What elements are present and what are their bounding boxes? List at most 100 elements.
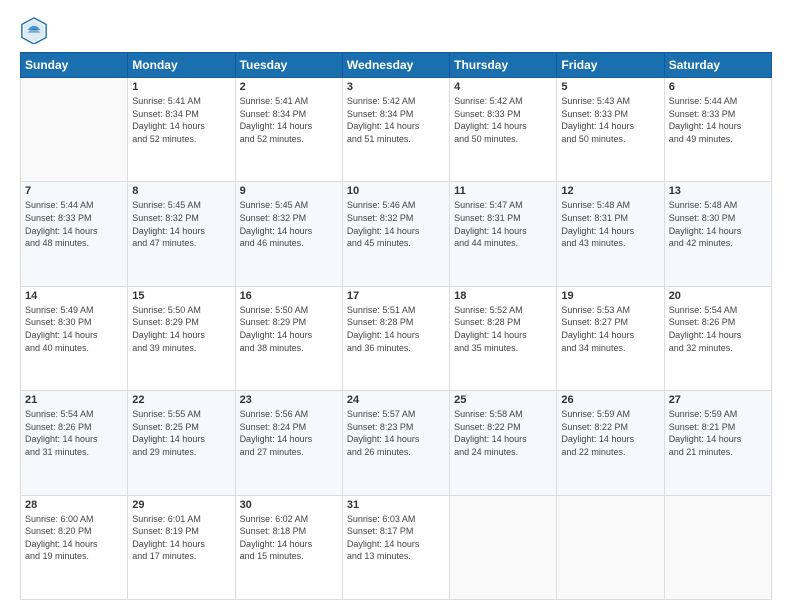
day-info: Sunrise: 6:00 AM Sunset: 8:20 PM Dayligh…	[25, 513, 123, 563]
day-info: Sunrise: 5:51 AM Sunset: 8:28 PM Dayligh…	[347, 304, 445, 354]
calendar-cell: 27 Sunrise: 5:59 AM Sunset: 8:21 PM Dayli…	[664, 391, 771, 495]
day-number: 31	[347, 499, 445, 511]
calendar-week-row: 28 Sunrise: 6:00 AM Sunset: 8:20 PM Dayli…	[21, 495, 772, 599]
calendar-cell	[21, 78, 128, 182]
calendar-cell: 5 Sunrise: 5:43 AM Sunset: 8:33 PM Daylig…	[557, 78, 664, 182]
day-number: 23	[240, 394, 338, 406]
day-info: Sunrise: 5:55 AM Sunset: 8:25 PM Dayligh…	[132, 408, 230, 458]
logo-icon	[20, 16, 48, 44]
calendar-cell: 31 Sunrise: 6:03 AM Sunset: 8:17 PM Dayli…	[342, 495, 449, 599]
day-info: Sunrise: 5:41 AM Sunset: 8:34 PM Dayligh…	[240, 95, 338, 145]
day-info: Sunrise: 5:59 AM Sunset: 8:22 PM Dayligh…	[561, 408, 659, 458]
day-number: 11	[454, 185, 552, 197]
day-info: Sunrise: 5:53 AM Sunset: 8:27 PM Dayligh…	[561, 304, 659, 354]
calendar-cell: 24Sunrise: 5:57 AM Sunset: 8:23 PM Dayli…	[342, 391, 449, 495]
calendar-cell: 4 Sunrise: 5:42 AM Sunset: 8:33 PM Daylig…	[450, 78, 557, 182]
day-number: 18	[454, 290, 552, 302]
calendar-cell: 19 Sunrise: 5:53 AM Sunset: 8:27 PM Dayli…	[557, 286, 664, 390]
page: SundayMondayTuesdayWednesdayThursdayFrid…	[0, 0, 792, 612]
day-number: 12	[561, 185, 659, 197]
calendar-cell: 13 Sunrise: 5:48 AM Sunset: 8:30 PM Dayli…	[664, 182, 771, 286]
calendar-cell	[450, 495, 557, 599]
day-info: Sunrise: 5:44 AM Sunset: 8:33 PM Dayligh…	[669, 95, 767, 145]
calendar-cell: 25 Sunrise: 5:58 AM Sunset: 8:22 PM Dayli…	[450, 391, 557, 495]
day-number: 22	[132, 394, 230, 406]
day-number: 6	[669, 81, 767, 93]
calendar-header-friday: Friday	[557, 53, 664, 78]
day-number: 9	[240, 185, 338, 197]
calendar-cell: 30 Sunrise: 6:02 AM Sunset: 8:18 PM Dayli…	[235, 495, 342, 599]
day-info: Sunrise: 5:46 AM Sunset: 8:32 PM Dayligh…	[347, 199, 445, 249]
calendar-cell	[557, 495, 664, 599]
day-number: 17	[347, 290, 445, 302]
day-info: Sunrise: 5:43 AM Sunset: 8:33 PM Dayligh…	[561, 95, 659, 145]
day-info: Sunrise: 5:44 AM Sunset: 8:33 PM Dayligh…	[25, 199, 123, 249]
day-number: 15	[132, 290, 230, 302]
day-number: 19	[561, 290, 659, 302]
calendar-cell: 28 Sunrise: 6:00 AM Sunset: 8:20 PM Dayli…	[21, 495, 128, 599]
day-info: Sunrise: 5:59 AM Sunset: 8:21 PM Dayligh…	[669, 408, 767, 458]
day-info: Sunrise: 5:58 AM Sunset: 8:22 PM Dayligh…	[454, 408, 552, 458]
day-number: 4	[454, 81, 552, 93]
day-number: 20	[669, 290, 767, 302]
calendar-cell: 18 Sunrise: 5:52 AM Sunset: 8:28 PM Dayli…	[450, 286, 557, 390]
day-number: 26	[561, 394, 659, 406]
calendar-header-saturday: Saturday	[664, 53, 771, 78]
calendar-header-monday: Monday	[128, 53, 235, 78]
day-info: Sunrise: 5:54 AM Sunset: 8:26 PM Dayligh…	[669, 304, 767, 354]
calendar-cell: 21Sunrise: 5:54 AM Sunset: 8:26 PM Dayli…	[21, 391, 128, 495]
day-info: Sunrise: 5:45 AM Sunset: 8:32 PM Dayligh…	[132, 199, 230, 249]
calendar-cell: 11 Sunrise: 5:47 AM Sunset: 8:31 PM Dayli…	[450, 182, 557, 286]
header	[20, 16, 772, 44]
calendar-cell: 7 Sunrise: 5:44 AM Sunset: 8:33 PM Daylig…	[21, 182, 128, 286]
day-number: 3	[347, 81, 445, 93]
day-number: 30	[240, 499, 338, 511]
day-info: Sunrise: 5:47 AM Sunset: 8:31 PM Dayligh…	[454, 199, 552, 249]
day-number: 29	[132, 499, 230, 511]
logo	[20, 16, 52, 44]
day-info: Sunrise: 5:52 AM Sunset: 8:28 PM Dayligh…	[454, 304, 552, 354]
day-number: 5	[561, 81, 659, 93]
day-info: Sunrise: 5:50 AM Sunset: 8:29 PM Dayligh…	[240, 304, 338, 354]
calendar-week-row: 14 Sunrise: 5:49 AM Sunset: 8:30 PM Dayli…	[21, 286, 772, 390]
calendar-cell: 9 Sunrise: 5:45 AM Sunset: 8:32 PM Daylig…	[235, 182, 342, 286]
day-number: 14	[25, 290, 123, 302]
calendar-header-thursday: Thursday	[450, 53, 557, 78]
day-info: Sunrise: 6:02 AM Sunset: 8:18 PM Dayligh…	[240, 513, 338, 563]
day-info: Sunrise: 6:03 AM Sunset: 8:17 PM Dayligh…	[347, 513, 445, 563]
day-number: 1	[132, 81, 230, 93]
calendar-header-row: SundayMondayTuesdayWednesdayThursdayFrid…	[21, 53, 772, 78]
calendar-table: SundayMondayTuesdayWednesdayThursdayFrid…	[20, 52, 772, 600]
day-info: Sunrise: 5:45 AM Sunset: 8:32 PM Dayligh…	[240, 199, 338, 249]
calendar-cell: 22 Sunrise: 5:55 AM Sunset: 8:25 PM Dayli…	[128, 391, 235, 495]
day-number: 25	[454, 394, 552, 406]
calendar-cell: 14 Sunrise: 5:49 AM Sunset: 8:30 PM Dayli…	[21, 286, 128, 390]
calendar-cell: 12 Sunrise: 5:48 AM Sunset: 8:31 PM Dayli…	[557, 182, 664, 286]
day-info: Sunrise: 5:57 AM Sunset: 8:23 PM Dayligh…	[347, 408, 445, 458]
calendar-cell: 23Sunrise: 5:56 AM Sunset: 8:24 PM Dayli…	[235, 391, 342, 495]
calendar-cell: 26 Sunrise: 5:59 AM Sunset: 8:22 PM Dayli…	[557, 391, 664, 495]
day-info: Sunrise: 5:42 AM Sunset: 8:33 PM Dayligh…	[454, 95, 552, 145]
day-info: Sunrise: 6:01 AM Sunset: 8:19 PM Dayligh…	[132, 513, 230, 563]
day-info: Sunrise: 5:48 AM Sunset: 8:30 PM Dayligh…	[669, 199, 767, 249]
day-number: 27	[669, 394, 767, 406]
calendar-cell: 17 Sunrise: 5:51 AM Sunset: 8:28 PM Dayli…	[342, 286, 449, 390]
day-number: 21	[25, 394, 123, 406]
calendar-cell: 3Sunrise: 5:42 AM Sunset: 8:34 PM Daylig…	[342, 78, 449, 182]
day-info: Sunrise: 5:41 AM Sunset: 8:34 PM Dayligh…	[132, 95, 230, 145]
day-number: 28	[25, 499, 123, 511]
day-info: Sunrise: 5:49 AM Sunset: 8:30 PM Dayligh…	[25, 304, 123, 354]
calendar-header-wednesday: Wednesday	[342, 53, 449, 78]
day-number: 8	[132, 185, 230, 197]
calendar-header-sunday: Sunday	[21, 53, 128, 78]
day-number: 7	[25, 185, 123, 197]
calendar-cell	[664, 495, 771, 599]
calendar-header-tuesday: Tuesday	[235, 53, 342, 78]
calendar-cell: 8 Sunrise: 5:45 AM Sunset: 8:32 PM Daylig…	[128, 182, 235, 286]
calendar-week-row: 1 Sunrise: 5:41 AM Sunset: 8:34 PM Daylig…	[21, 78, 772, 182]
calendar-week-row: 7 Sunrise: 5:44 AM Sunset: 8:33 PM Daylig…	[21, 182, 772, 286]
day-number: 13	[669, 185, 767, 197]
calendar-cell: 10Sunrise: 5:46 AM Sunset: 8:32 PM Dayli…	[342, 182, 449, 286]
day-info: Sunrise: 5:48 AM Sunset: 8:31 PM Dayligh…	[561, 199, 659, 249]
calendar-cell: 6 Sunrise: 5:44 AM Sunset: 8:33 PM Daylig…	[664, 78, 771, 182]
